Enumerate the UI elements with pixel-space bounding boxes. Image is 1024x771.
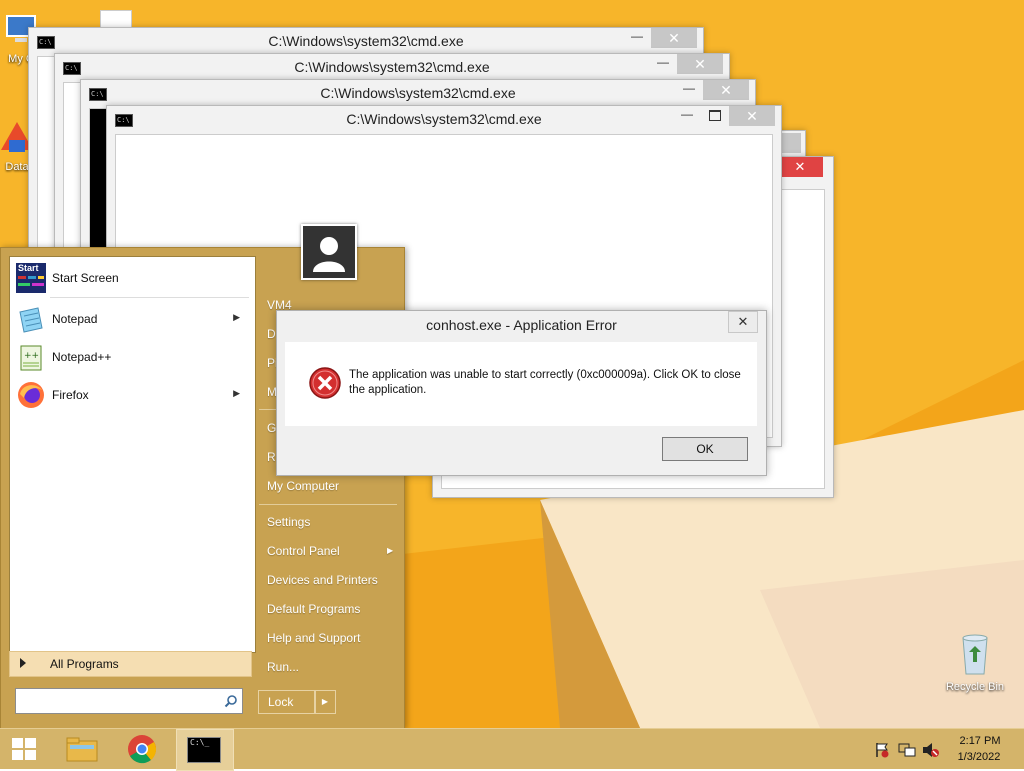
user-avatar[interactable] bbox=[301, 224, 357, 280]
dialog-close-button[interactable]: ✕ bbox=[728, 311, 758, 333]
start-menu-item-start-screen[interactable]: Start Start Screen bbox=[14, 261, 250, 295]
taskbar-file-explorer[interactable] bbox=[58, 729, 106, 769]
chrome-icon bbox=[128, 735, 157, 764]
close-button[interactable]: ✕ bbox=[777, 157, 823, 177]
tile-strip bbox=[38, 276, 44, 279]
svg-text:++: ++ bbox=[24, 351, 39, 361]
cmd-window-title: C:\Windows\system32\cmd.exe bbox=[268, 33, 464, 49]
folder-icon bbox=[66, 737, 98, 762]
desktop-icon-recycle-bin[interactable]: Recycle Bin bbox=[940, 632, 1010, 693]
dialog-body: The application was unable to start corr… bbox=[285, 342, 757, 426]
notepad-icon bbox=[19, 307, 43, 333]
lock-label: Lock bbox=[268, 695, 294, 709]
cmd-icon: C:\_ bbox=[187, 737, 221, 763]
start-menu-link-run[interactable]: Run... bbox=[267, 660, 299, 674]
desktop-icon-label: Recycle Bin bbox=[945, 681, 1005, 693]
start-screen-icon: Start bbox=[16, 263, 46, 293]
taskbar-cmd[interactable]: C:\_ bbox=[176, 729, 234, 771]
start-menu-link-my-computer[interactable]: My Computer bbox=[267, 479, 339, 493]
minimize-button[interactable]: — bbox=[677, 108, 697, 123]
start-menu-item-firefox[interactable]: Firefox ▶ bbox=[14, 378, 250, 412]
error-icon bbox=[309, 367, 341, 399]
submenu-arrow-icon: ▶ bbox=[387, 546, 394, 555]
taskbar: C:\_ 2:17 PM 1/3/2022 bbox=[0, 728, 1024, 771]
close-button[interactable]: ✕ bbox=[729, 106, 775, 126]
tile-strip bbox=[18, 283, 30, 286]
start-button[interactable] bbox=[0, 729, 48, 769]
windows-logo-icon bbox=[12, 738, 36, 760]
start-menu-item-label: Firefox bbox=[52, 388, 89, 402]
maximize-button[interactable] bbox=[709, 110, 721, 121]
start-menu-link-settings[interactable]: Settings bbox=[267, 515, 310, 529]
cmd-window-titlebar[interactable]: C:\ C:\Windows\system32\cmd.exe — ✕ bbox=[107, 106, 781, 132]
all-programs-label: All Programs bbox=[50, 657, 119, 671]
start-menu-item-label: Notepad bbox=[52, 312, 98, 326]
cmd-window-titlebar[interactable]: C:\ C:\Windows\system32\cmd.exe — ✕ bbox=[29, 28, 703, 54]
start-menu-item-notepad-plus-plus[interactable]: ++ Notepad++ bbox=[14, 340, 250, 374]
dialog-message: The application was unable to start corr… bbox=[349, 369, 741, 396]
ok-button[interactable]: OK bbox=[662, 437, 748, 461]
search-input[interactable] bbox=[19, 691, 213, 711]
clock-time[interactable]: 2:17 PM bbox=[958, 735, 1002, 747]
taskbar-chrome[interactable] bbox=[118, 729, 166, 769]
expand-arrow-icon bbox=[20, 658, 26, 668]
all-programs-button[interactable]: All Programs bbox=[9, 651, 252, 677]
start-menu-item-notepad[interactable]: Notepad ▶ bbox=[14, 302, 250, 336]
lock-button[interactable]: Lock bbox=[258, 690, 316, 714]
cmd-window-title: C:\Windows\system32\cmd.exe bbox=[320, 85, 516, 101]
dialog-title: conhost.exe - Application Error bbox=[426, 317, 617, 333]
separator bbox=[259, 504, 397, 505]
tile-strip bbox=[28, 276, 36, 279]
cmd-window-titlebar[interactable]: C:\ C:\Windows\system32\cmd.exe — ✕ bbox=[55, 54, 729, 80]
start-menu-link-control-panel[interactable]: Control Panel ▶ bbox=[267, 544, 397, 558]
error-dialog: conhost.exe - Application Error ✕ The ap… bbox=[276, 310, 767, 476]
user-icon bbox=[313, 237, 345, 272]
cmd-window-title: C:\Windows\system32\cmd.exe bbox=[294, 59, 490, 75]
start-menu-link-devices-and-printers[interactable]: Devices and Printers bbox=[267, 573, 378, 587]
minimize-button[interactable]: — bbox=[653, 56, 673, 71]
recycle-bin-icon bbox=[962, 634, 988, 675]
notepad-plus-plus-icon: ++ bbox=[20, 345, 42, 371]
shutdown-options-button[interactable]: ▶ bbox=[314, 690, 336, 714]
minimize-button[interactable]: — bbox=[679, 82, 699, 97]
start-menu-link-documents[interactable]: D bbox=[267, 327, 276, 341]
network-icon[interactable] bbox=[898, 742, 916, 758]
submenu-arrow-icon: ▶ bbox=[233, 388, 240, 398]
start-menu-link-help-and-support[interactable]: Help and Support bbox=[267, 631, 360, 645]
start-menu-link-default-programs[interactable]: Default Programs bbox=[267, 602, 360, 616]
firefox-icon bbox=[18, 382, 44, 408]
start-menu-item-label: Notepad++ bbox=[52, 350, 112, 364]
action-center-flag-icon[interactable] bbox=[874, 742, 890, 758]
tile-strip bbox=[18, 276, 26, 279]
close-button[interactable]: ✕ bbox=[677, 54, 723, 74]
start-menu-item-label: Start Screen bbox=[52, 271, 119, 285]
start-menu-programs-pane: Start Start Screen Notepad ▶ ++ Notepad+… bbox=[9, 256, 256, 653]
clock-date[interactable]: 1/3/2022 bbox=[955, 751, 1003, 763]
start-menu-search[interactable] bbox=[15, 688, 243, 714]
tile-strip bbox=[32, 283, 44, 286]
cmd-window-titlebar[interactable]: C:\ C:\Windows\system32\cmd.exe — ✕ bbox=[81, 80, 755, 106]
separator bbox=[50, 297, 249, 298]
minimize-button[interactable]: — bbox=[627, 30, 647, 45]
submenu-arrow-icon: ▶ bbox=[233, 312, 240, 322]
close-button[interactable]: ✕ bbox=[703, 80, 749, 100]
volume-muted-icon[interactable] bbox=[922, 742, 940, 758]
close-button[interactable]: ✕ bbox=[651, 28, 697, 48]
search-icon[interactable] bbox=[224, 694, 238, 708]
